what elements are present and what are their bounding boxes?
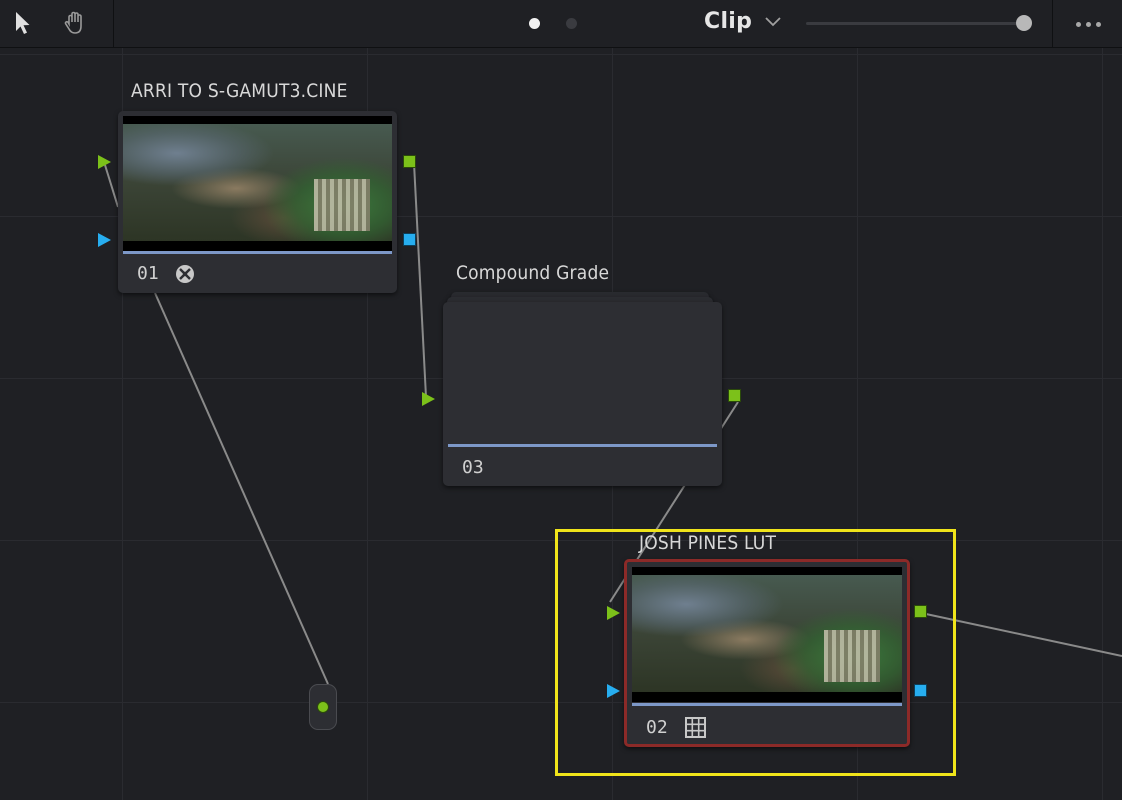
node-02[interactable]: 02 [624,559,910,747]
page-dot-active[interactable] [529,18,540,29]
node-01-rgb-input[interactable] [98,155,111,169]
chevron-down-icon[interactable] [764,15,782,29]
node-03[interactable]: 03 [443,302,722,486]
node-01-alpha-input[interactable] [98,233,111,247]
node-02-label: JOSH PINES LUT [639,532,777,554]
node-03-rgb-input[interactable] [422,392,435,406]
toolbar-divider [1052,0,1053,47]
arrow-pointer-icon[interactable] [9,9,37,37]
node-03-label: Compound Grade [456,262,610,284]
node-01-rgb-output[interactable] [403,155,416,168]
node-editor-toolbar: Clip [0,0,1122,48]
zoom-slider-track[interactable] [806,22,1024,25]
node-01[interactable]: 01 [118,111,397,293]
node-02-alpha-output[interactable] [914,684,927,697]
junction-port[interactable] [317,701,329,713]
node-02-number: 02 [646,717,668,738]
more-options-icon[interactable] [1068,13,1108,35]
node-03-progress [448,444,717,447]
page-dot-inactive[interactable] [566,18,577,29]
toolbar-divider [113,0,114,47]
hand-icon[interactable] [61,9,89,37]
node-01-number: 01 [137,263,159,284]
node-02-progress [632,703,902,706]
node-03-number: 03 [462,457,484,478]
node-02-rgb-output[interactable] [914,605,927,618]
node-02-alpha-input[interactable] [607,684,620,698]
node-01-thumbnail [123,116,392,251]
output-junction-node[interactable] [309,684,337,730]
node-01-label: ARRI TO S-GAMUT3.CINE [131,80,348,102]
node-01-progress [123,251,392,254]
node-03-rgb-output[interactable] [728,389,741,402]
node-02-rgb-input[interactable] [607,606,620,620]
lut-grid-icon [685,717,706,738]
node-mode-dropdown[interactable]: Clip [704,9,752,34]
node-01-alpha-output[interactable] [403,233,416,246]
zoom-slider-thumb[interactable] [1016,15,1032,31]
lut-disc-icon [176,265,194,283]
node-02-thumbnail [632,567,902,702]
